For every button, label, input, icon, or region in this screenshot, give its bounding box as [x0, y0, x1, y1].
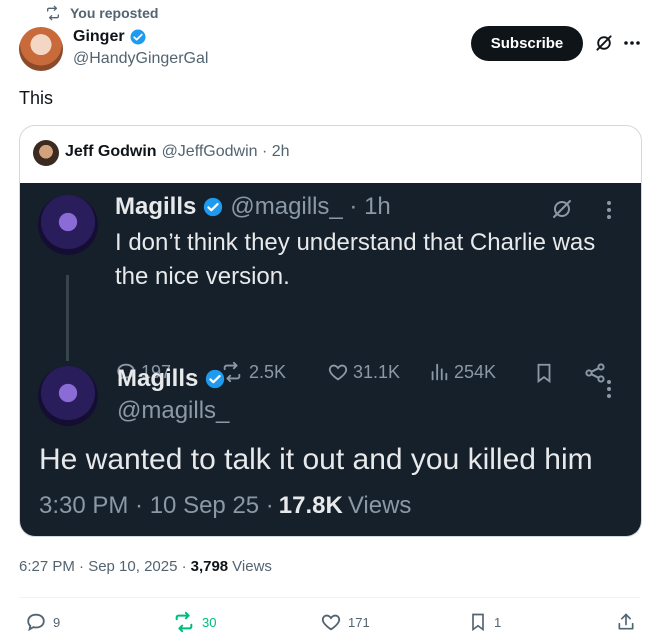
- repost-icon: [172, 611, 196, 633]
- screenshot-like-stat: 31.1K: [327, 361, 400, 383]
- share-icon: [583, 361, 607, 385]
- repost-count: 30: [202, 614, 217, 630]
- repost-icon: [44, 5, 62, 21]
- grok-icon[interactable]: [594, 33, 614, 53]
- subscribe-button[interactable]: Subscribe: [471, 26, 583, 61]
- quoted-post-card[interactable]: Jeff Godwin @JeffGodwin · 2h Magills @ma…: [19, 125, 642, 537]
- share-button[interactable]: [616, 611, 636, 633]
- like-count: 171: [348, 614, 370, 630]
- repost-button[interactable]: 30: [172, 611, 216, 633]
- bookmark-icon: [468, 611, 488, 633]
- screenshot-tweet2-header: Magills: [117, 365, 226, 393]
- author-handle[interactable]: @HandyGingerGal: [73, 50, 208, 68]
- post-views-count: 3,798: [190, 558, 229, 575]
- screenshot-tweet2-views-count: 17.8K: [278, 492, 343, 519]
- reply-count: 9: [53, 614, 61, 630]
- author-name-row[interactable]: Ginger: [73, 28, 147, 46]
- heart-icon: [327, 361, 349, 383]
- divider: [19, 597, 640, 598]
- post-views-label: Views: [232, 558, 272, 575]
- repost-label: You reposted: [70, 5, 159, 21]
- verified-badge-icon: [129, 28, 147, 46]
- thread-line: [66, 275, 69, 361]
- screenshot-more-icon: [606, 200, 612, 220]
- screenshot-views-stat: 254K: [428, 361, 496, 383]
- screenshot-tweet2-text: He wanted to talk it out and you killed …: [39, 443, 593, 476]
- like-button[interactable]: 171: [320, 611, 370, 633]
- screenshot-avatar-1: [38, 195, 98, 255]
- verified-badge-icon: [204, 368, 226, 390]
- screenshot-more-icon: [606, 379, 612, 399]
- share-icon: [616, 611, 636, 633]
- screenshot-tweet2-handle: @magills_: [117, 397, 230, 424]
- bookmark-button[interactable]: 1: [468, 611, 501, 633]
- heart-icon: [320, 611, 342, 633]
- screenshot-tweet1-handle-time: @magills_ · 1h: [230, 193, 391, 220]
- screenshot-repost-stat: 2.5K: [219, 361, 286, 383]
- screenshot-grok-icon: [550, 197, 574, 221]
- verified-badge-icon: [202, 196, 224, 218]
- bookmark-count: 1: [494, 614, 502, 630]
- quote-author-avatar[interactable]: [33, 140, 59, 166]
- quote-author[interactable]: Jeff Godwin @JeffGodwin · 2h: [65, 143, 290, 161]
- screenshot-tweet1-header: Magills @magills_ · 1h: [115, 193, 391, 221]
- screenshot-tweet2-views-label: Views: [347, 492, 412, 519]
- quote-handle-time: @JeffGodwin · 2h: [161, 143, 290, 160]
- screenshot-tweet2-timestamp: 3:30 PM · 10 Sep 25 ·: [39, 492, 274, 519]
- more-options-icon[interactable]: [623, 36, 641, 50]
- screenshot-tweet1-text: I don’t think they understand that Charl…: [115, 229, 596, 290]
- screenshot-tweet2-name: Magills: [117, 365, 199, 392]
- screenshot-avatar-2: [38, 366, 98, 426]
- screenshot-tweet1-name: Magills: [115, 193, 197, 220]
- author-name[interactable]: Ginger: [73, 28, 125, 46]
- author-avatar[interactable]: [19, 27, 63, 71]
- post-text: This: [19, 88, 54, 108]
- post-timestamp[interactable]: 6:27 PM · Sep 10, 2025 ·: [19, 558, 187, 575]
- post-meta: 6:27 PM · Sep 10, 2025 · 3,798 Views: [19, 558, 272, 575]
- reply-icon: [25, 611, 47, 633]
- reply-button[interactable]: 9: [25, 611, 60, 633]
- analytics-icon: [428, 361, 450, 383]
- screenshot-tweet2-meta: 3:30 PM · 10 Sep 25 · 17.8K Views: [39, 492, 411, 520]
- quote-author-name[interactable]: Jeff Godwin: [65, 143, 157, 161]
- repost-header: You reposted: [44, 4, 158, 22]
- bookmark-icon: [533, 361, 555, 385]
- quoted-screenshot-image[interactable]: Magills @magills_ · 1h I don’t think the…: [20, 183, 641, 536]
